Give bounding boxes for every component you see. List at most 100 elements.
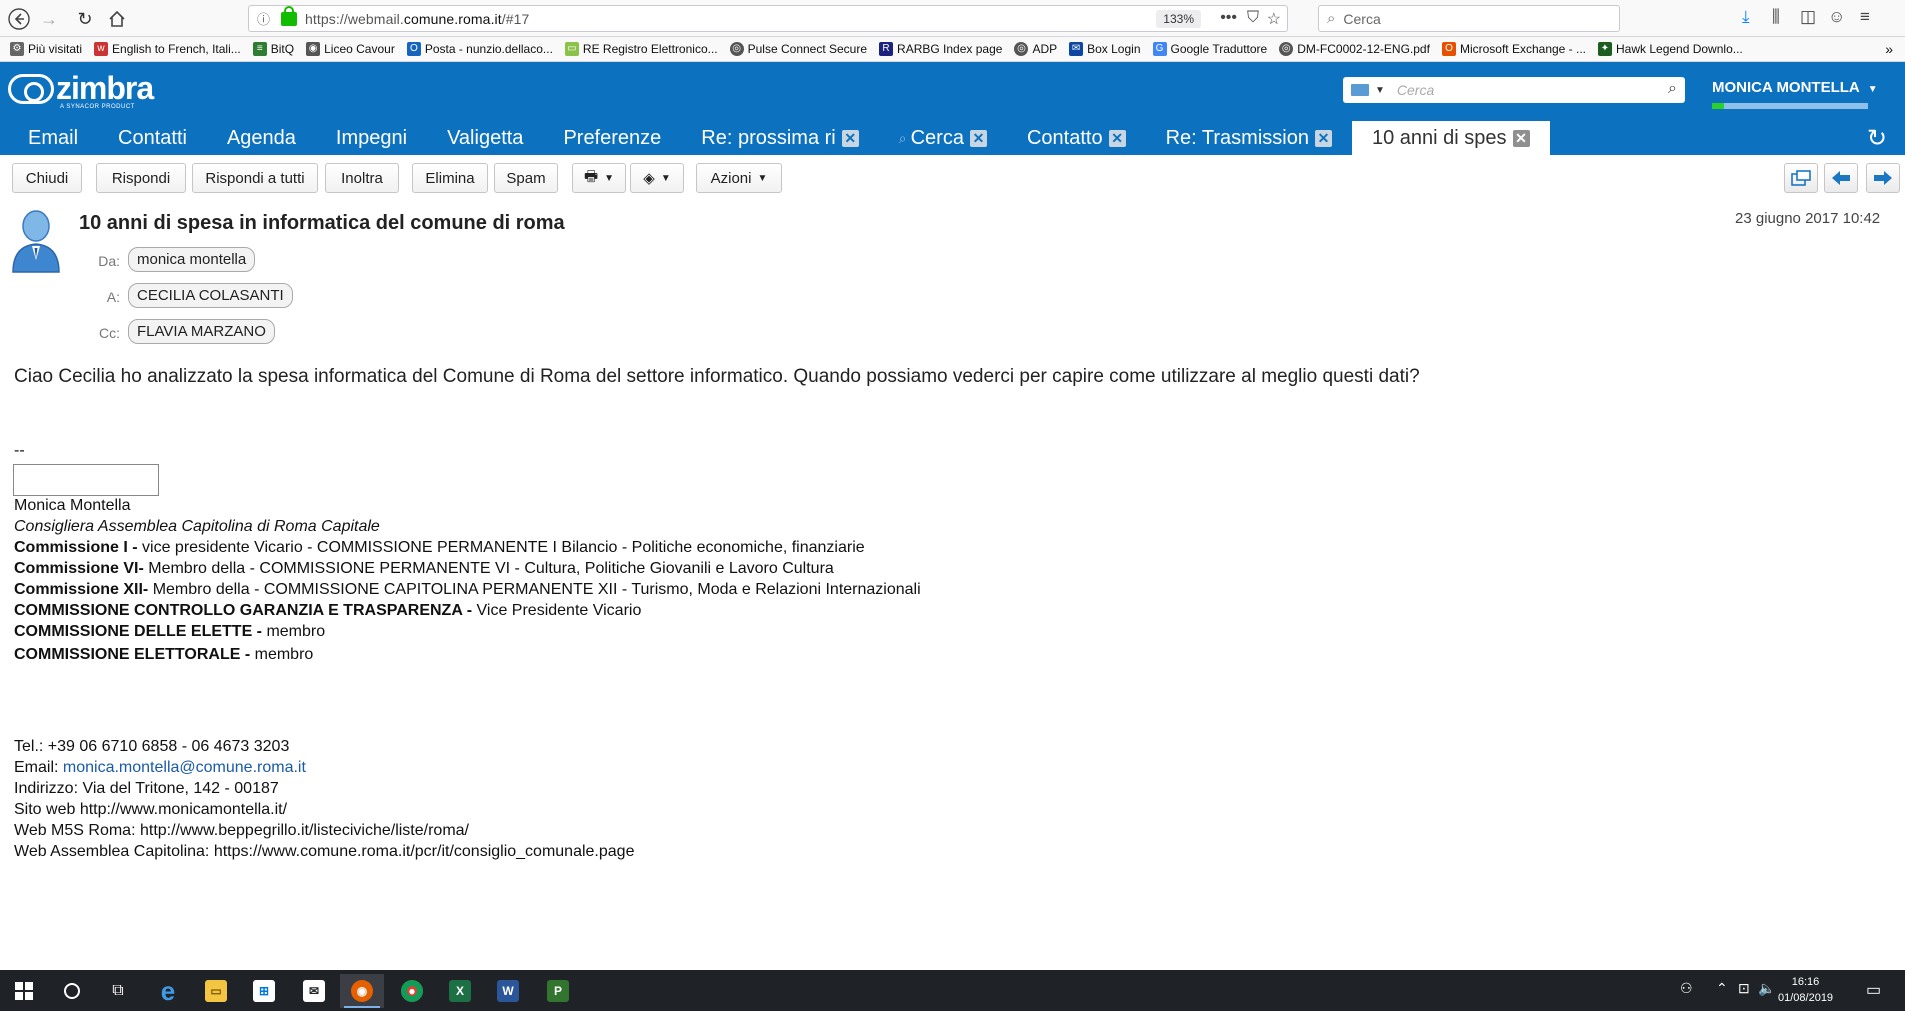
- new-window-icon[interactable]: [1784, 163, 1818, 193]
- close-icon[interactable]: ✕: [1512, 129, 1530, 147]
- url-bar[interactable]: ⓘ https://webmail.comune.roma.it/#17 133…: [248, 5, 1288, 32]
- tab-contatti[interactable]: Contatti: [98, 121, 207, 155]
- more-icon[interactable]: •••: [1220, 9, 1237, 27]
- bookmark-item[interactable]: ◎ DM-FC0002-12-ENG.pdf: [1279, 42, 1430, 56]
- actions-button[interactable]: Azioni ▼: [696, 163, 782, 193]
- bookmark-item[interactable]: w English to French, Itali...: [94, 42, 241, 56]
- tag-button[interactable]: ◈ ▼: [630, 163, 684, 193]
- tab-re-prossima[interactable]: Re: prossima ri ✕: [681, 121, 878, 155]
- back-icon[interactable]: [6, 6, 32, 32]
- bookmark-item[interactable]: ▭ RE Registro Elettronico...: [564, 42, 718, 56]
- forward-icon[interactable]: →: [36, 6, 62, 32]
- tab-valigetta[interactable]: Valigetta: [427, 121, 543, 155]
- sidebar-icon[interactable]: ◫: [1800, 7, 1816, 27]
- cortana-icon[interactable]: [50, 974, 94, 1008]
- tab-current-message[interactable]: 10 anni di spes ✕: [1351, 121, 1550, 155]
- tab-preferenze[interactable]: Preferenze: [543, 121, 681, 155]
- firefox-icon[interactable]: ◉: [340, 974, 384, 1008]
- bookmark-item[interactable]: O Posta - nunzio.dellaco...: [406, 42, 553, 56]
- signature-m5s: Web M5S Roma: http://www.beppegrillo.it/…: [14, 822, 469, 839]
- file-explorer-icon[interactable]: ▭: [194, 974, 238, 1008]
- email-link[interactable]: monica.montella@comune.roma.it: [63, 759, 306, 776]
- hawk-icon: ✦: [1598, 42, 1612, 56]
- reload-icon[interactable]: ↻: [72, 6, 98, 32]
- chevron-down-icon: ▼: [660, 172, 671, 184]
- notifications-icon[interactable]: ▭: [1866, 980, 1881, 1000]
- project-icon[interactable]: P: [536, 974, 580, 1008]
- network-icon[interactable]: ⊡: [1738, 980, 1750, 997]
- task-view-icon[interactable]: ⧉: [96, 974, 140, 1008]
- globe-icon: ◎: [1014, 42, 1029, 56]
- windows-start-icon[interactable]: [2, 974, 46, 1008]
- home-icon[interactable]: [104, 6, 130, 32]
- pocket-icon[interactable]: ⛉: [1247, 9, 1259, 27]
- browser-toolbar: → ↻ ⓘ https://webmail.comune.roma.it/#17…: [0, 0, 1905, 37]
- quota-bar: [1712, 103, 1868, 109]
- search-icon[interactable]: ⌕: [1668, 80, 1677, 98]
- download-icon[interactable]: ⤓: [1742, 7, 1750, 27]
- close-button[interactable]: Chiudi: [12, 163, 82, 193]
- tag-icon: ◈: [643, 170, 655, 187]
- edge-icon[interactable]: e: [146, 974, 190, 1008]
- bookmark-item[interactable]: O Microsoft Exchange - ...: [1441, 42, 1586, 56]
- refresh-icon[interactable]: ↻: [1867, 124, 1887, 153]
- spam-button[interactable]: Spam: [494, 163, 558, 193]
- to-address[interactable]: CECILIA COLASANTI: [128, 283, 293, 308]
- previous-message-icon[interactable]: [1824, 163, 1858, 193]
- translate-icon: G: [1152, 42, 1167, 56]
- close-icon[interactable]: ✕: [841, 129, 859, 147]
- volume-icon[interactable]: 🔈: [1758, 980, 1775, 997]
- app-tabs: Email Contatti Agenda Impegni Valigetta …: [0, 121, 1905, 155]
- menu-icon[interactable]: ≡: [1860, 7, 1870, 27]
- excel-icon[interactable]: X: [438, 974, 482, 1008]
- forward-button[interactable]: Inoltra: [325, 163, 399, 193]
- chevron-up-icon[interactable]: ⌃: [1716, 980, 1728, 997]
- close-icon[interactable]: ✕: [969, 129, 987, 147]
- browser-search-input[interactable]: ⌕ Cerca: [1318, 5, 1620, 32]
- cc-address[interactable]: FLAVIA MARZANO: [128, 319, 275, 344]
- tab-cerca[interactable]: ⌕ Cerca ✕: [879, 121, 1007, 155]
- tab-email[interactable]: Email: [0, 121, 98, 155]
- library-icon[interactable]: ⫼: [1772, 7, 1780, 27]
- bookmark-item[interactable]: R RARBG Index page: [879, 42, 1002, 56]
- user-menu[interactable]: MONICA MONTELLA ▼: [1712, 79, 1878, 96]
- account-icon[interactable]: ☺: [1828, 7, 1845, 27]
- info-icon[interactable]: ⓘ: [257, 9, 277, 28]
- bookmark-item[interactable]: ✉ Box Login: [1069, 42, 1141, 56]
- store-icon[interactable]: ⊞: [242, 974, 286, 1008]
- tab-contatto[interactable]: Contatto ✕: [1007, 121, 1146, 155]
- mail-type-icon[interactable]: [1351, 84, 1369, 96]
- rarbg-icon: R: [879, 42, 894, 56]
- bookmark-item[interactable]: ✦ Hawk Legend Downlo...: [1598, 42, 1743, 56]
- bookmark-item[interactable]: ◎ ADP: [1014, 42, 1057, 56]
- reply-all-button[interactable]: Rispondi a tutti: [192, 163, 318, 193]
- from-address[interactable]: monica montella: [128, 247, 256, 272]
- chrome-icon[interactable]: ●: [390, 974, 434, 1008]
- people-icon[interactable]: ⚇: [1680, 980, 1693, 997]
- close-icon[interactable]: ✕: [1108, 129, 1126, 147]
- bookmark-item[interactable]: ◎ Pulse Connect Secure: [729, 42, 867, 56]
- signature-commission-line: COMMISSIONE CONTROLLO GARANZIA E TRASPAR…: [14, 602, 642, 619]
- zimbra-logo[interactable]: zimbra A SYNACOR PRODUCT: [8, 70, 154, 110]
- print-button[interactable]: 🖶 ▼: [572, 163, 626, 193]
- bookmark-star-icon[interactable]: ☆: [1267, 9, 1281, 29]
- close-icon[interactable]: ✕: [1314, 129, 1332, 147]
- bookmark-item[interactable]: ≡ BitQ: [252, 42, 294, 56]
- tab-re-trasmission[interactable]: Re: Trasmission ✕: [1146, 121, 1352, 155]
- tab-agenda[interactable]: Agenda: [207, 121, 316, 155]
- more-bookmarks-icon[interactable]: »: [1885, 41, 1893, 57]
- mail-icon[interactable]: ✉: [292, 974, 336, 1008]
- bookmark-item[interactable]: G Google Traduttore: [1152, 42, 1267, 56]
- zoom-badge[interactable]: 133%: [1156, 10, 1201, 28]
- next-message-icon[interactable]: [1866, 163, 1900, 193]
- chevron-down-icon[interactable]: ▼: [1375, 85, 1385, 96]
- zimbra-search-input[interactable]: ▼ Cerca ⌕: [1343, 77, 1685, 103]
- search-icon: ⌕: [898, 129, 907, 146]
- bookmark-item[interactable]: ⚙ Più visitati: [10, 42, 82, 56]
- system-clock[interactable]: 16:16 01/08/2019: [1778, 974, 1833, 1006]
- tab-impegni[interactable]: Impegni: [316, 121, 427, 155]
- word-icon[interactable]: W: [486, 974, 530, 1008]
- delete-button[interactable]: Elimina: [412, 163, 488, 193]
- bookmark-item[interactable]: ◉ Liceo Cavour: [306, 42, 395, 56]
- reply-button[interactable]: Rispondi: [96, 163, 186, 193]
